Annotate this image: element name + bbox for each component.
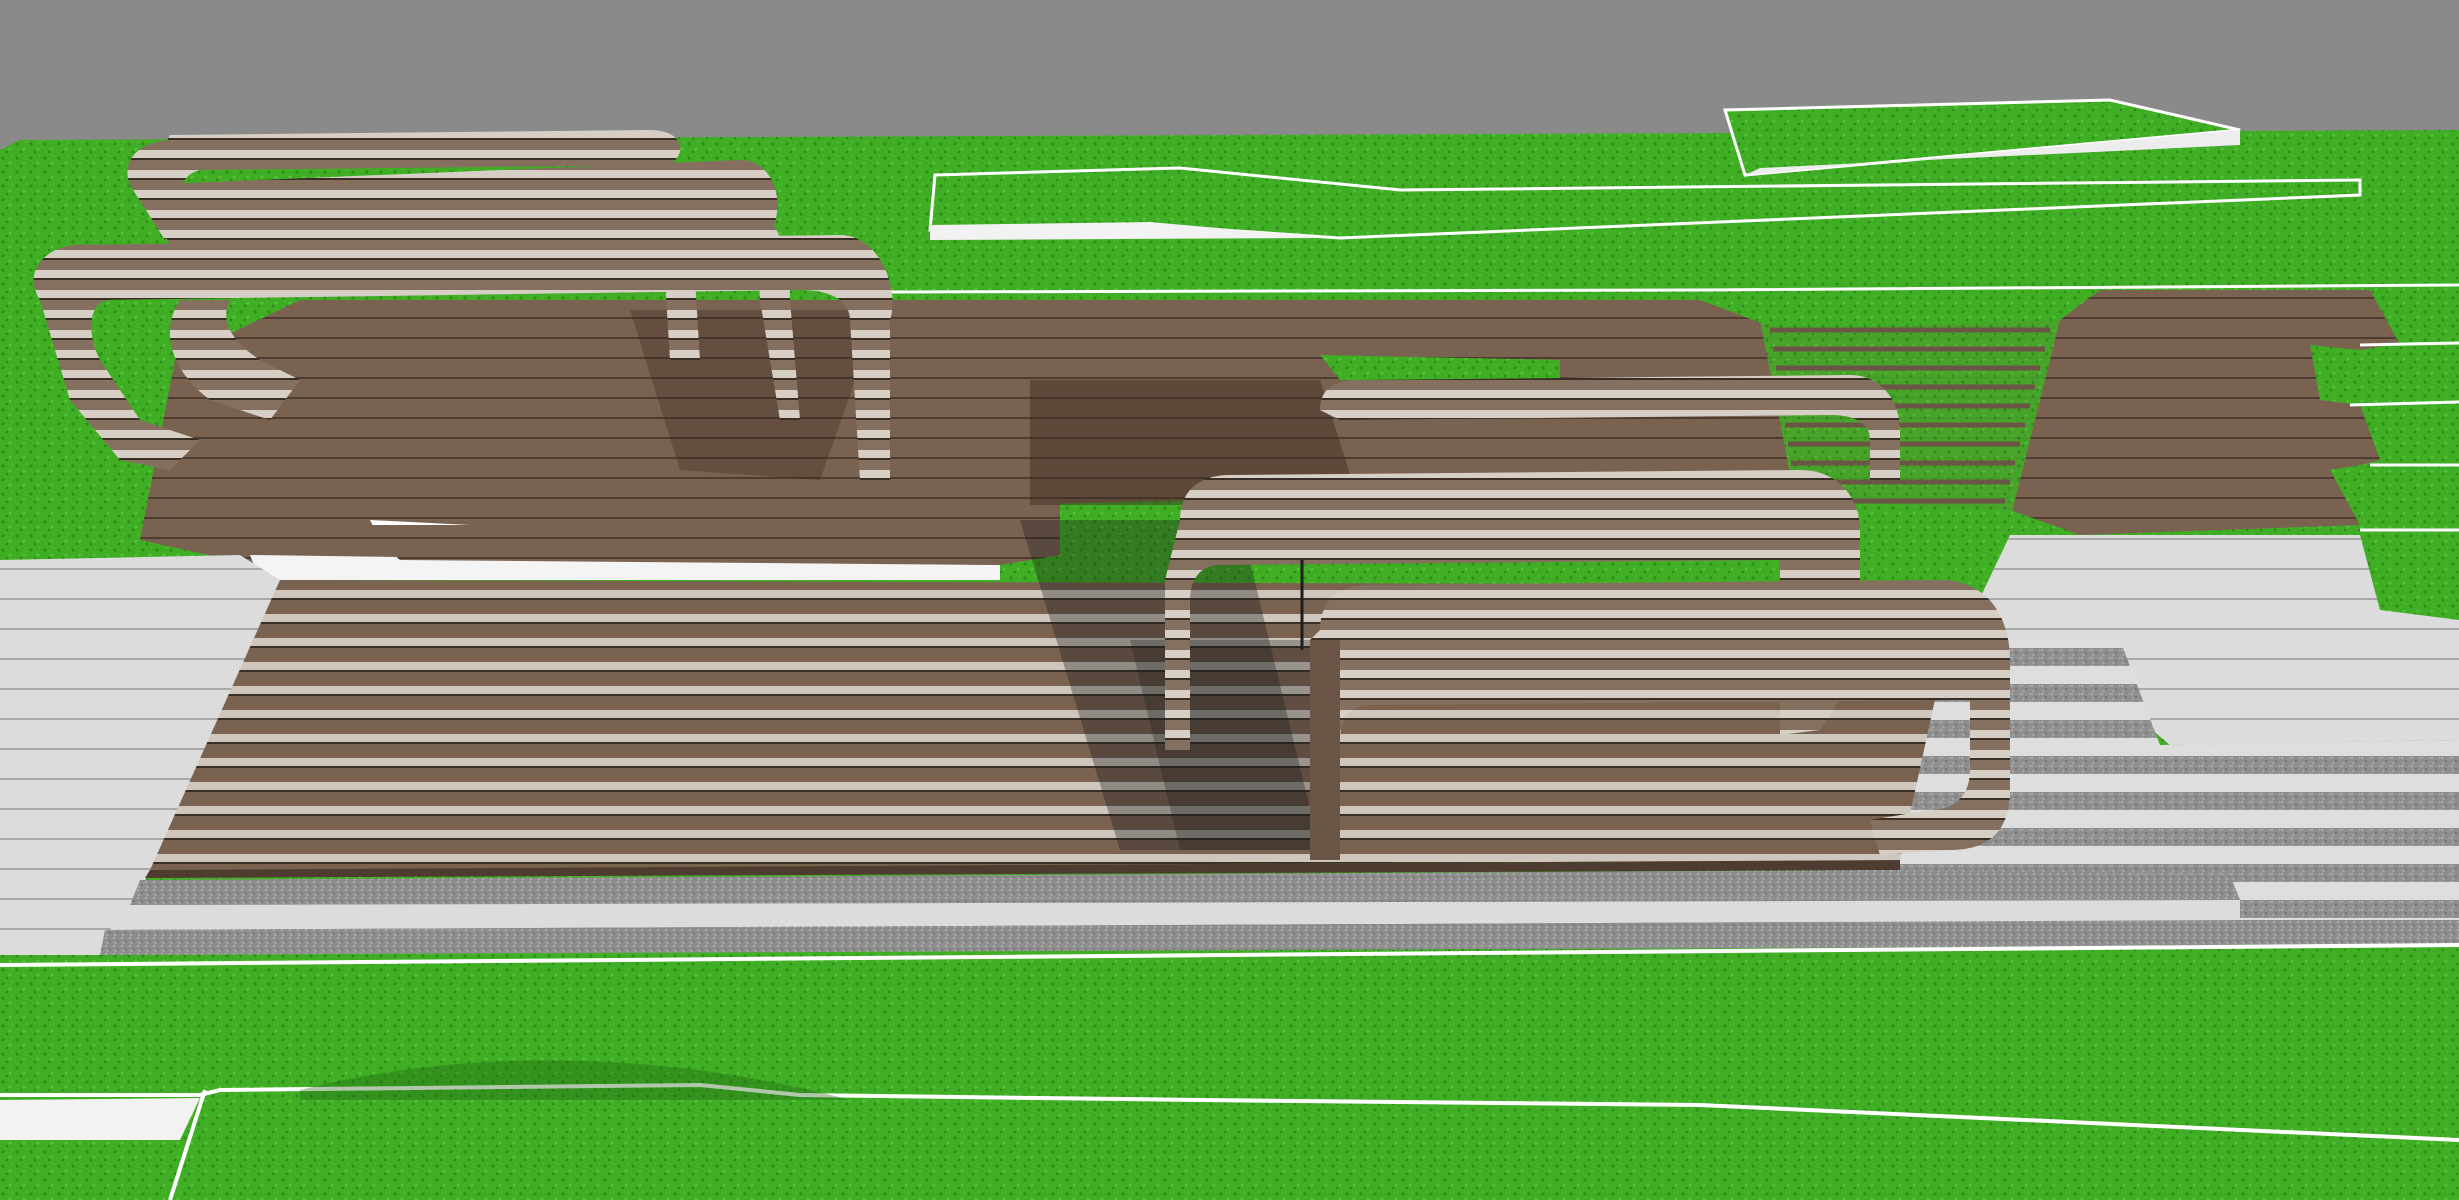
scene-canvas	[0, 0, 2459, 1200]
foreground-white-slab	[0, 1098, 200, 1140]
sketchup-landscape-render	[0, 0, 2459, 1200]
